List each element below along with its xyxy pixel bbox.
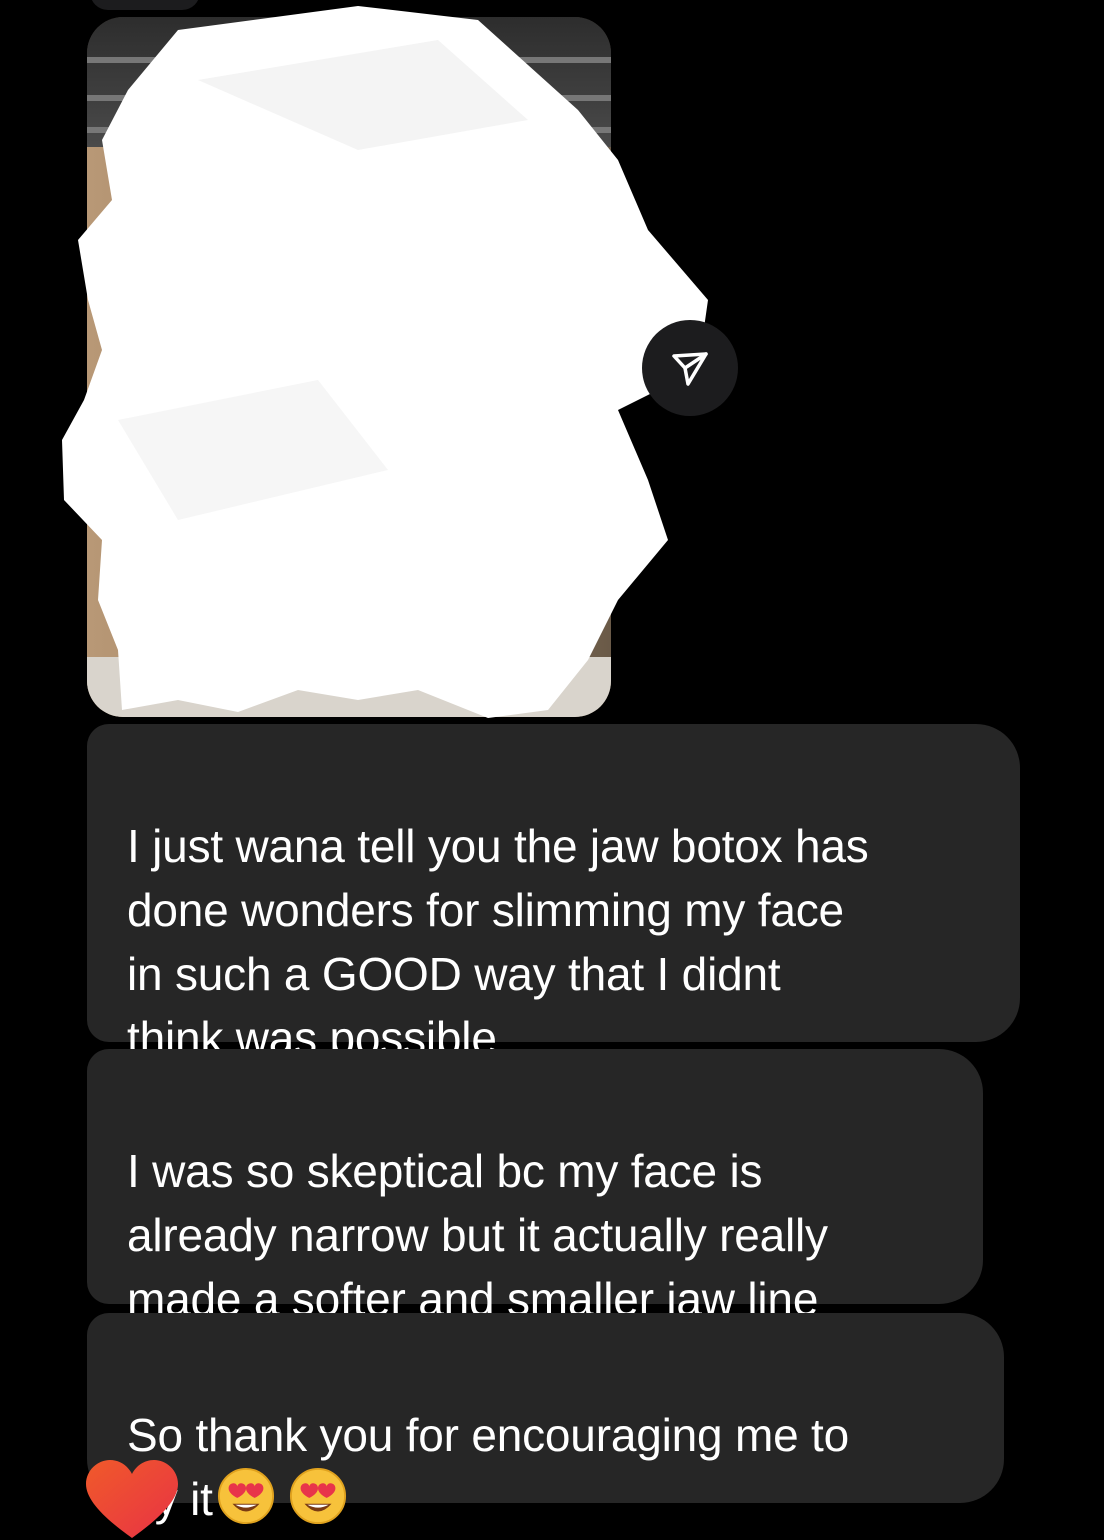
message-text: I just wana tell you the jaw botox has d… xyxy=(127,820,869,1064)
heart-eyes-emoji xyxy=(217,1467,274,1525)
message-bubble[interactable]: I just wana tell you the jaw botox has d… xyxy=(87,724,1020,1064)
redaction-scribble xyxy=(62,6,708,718)
heart-eyes-emoji xyxy=(289,1467,346,1525)
message-bubble[interactable]: I was so skeptical bc my face is already… xyxy=(87,1049,983,1325)
share-button[interactable] xyxy=(642,320,738,416)
paper-plane-icon xyxy=(672,352,708,386)
message-text: I was so skeptical bc my face is already… xyxy=(127,1145,828,1325)
heart-icon[interactable] xyxy=(84,1460,180,1540)
message-bubble[interactable]: So thank you for encouraging me to try i… xyxy=(87,1313,1004,1525)
